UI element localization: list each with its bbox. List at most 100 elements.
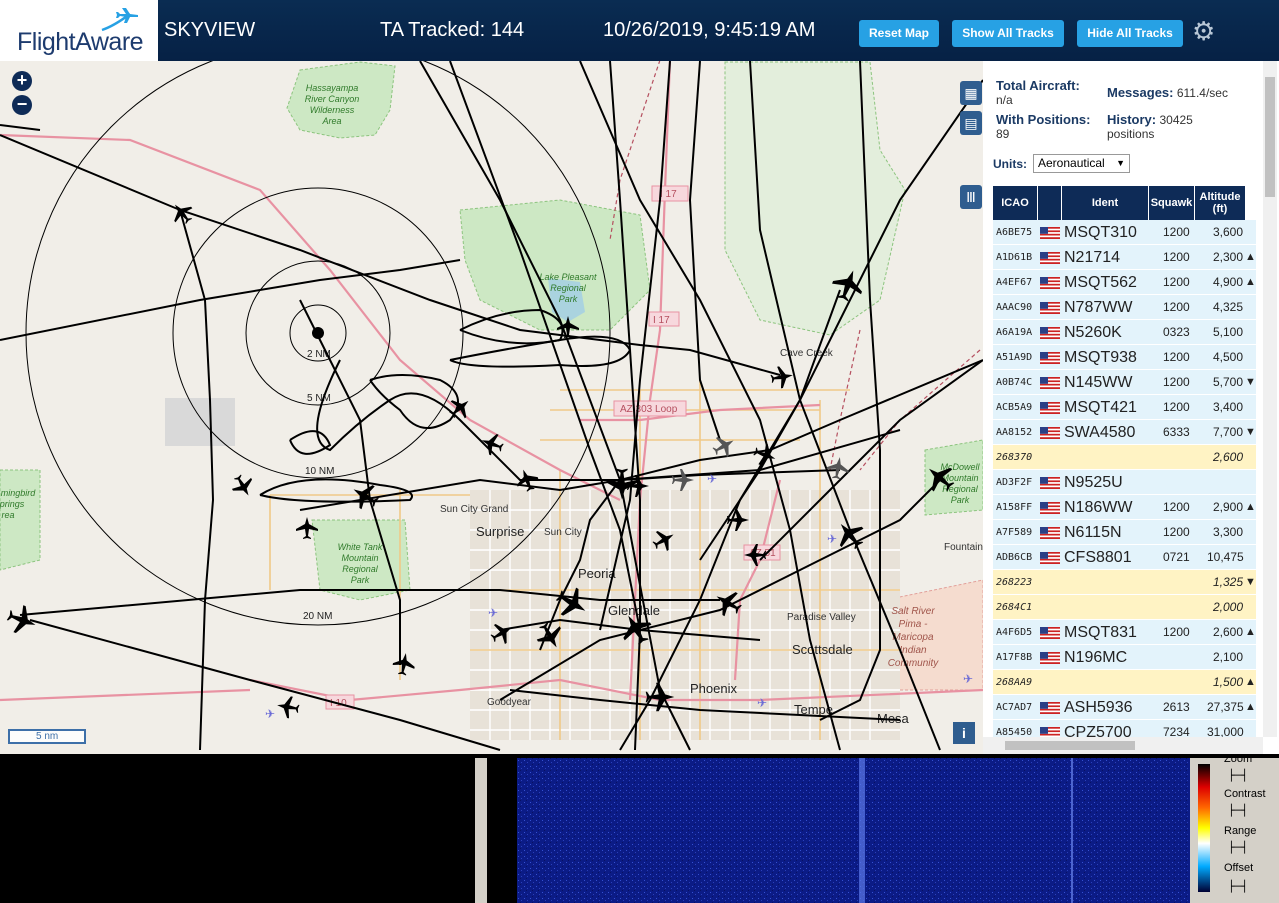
icao-cell: A51A9D (996, 352, 1033, 363)
squawk-cell: 1200 (1163, 625, 1190, 639)
us-flag-icon (1040, 252, 1060, 264)
grid-icon[interactable]: ▤ (960, 111, 982, 135)
flightaware-logo[interactable]: FlightAware (0, 0, 158, 61)
col-icao[interactable]: ICAO (993, 186, 1038, 220)
table-row[interactable]: A4F6D5 MSQT831 1200 2,600 ▲ (993, 620, 1256, 645)
spectrum-controls: Zoom ├─┤ Contrast ├─┤ Range ├─┤ Offset ├… (1190, 753, 1279, 903)
horizontal-scrollbar[interactable] (983, 737, 1263, 754)
icao-cell: A17F8B (996, 652, 1033, 663)
table-row[interactable]: 2684C1 2,000 (993, 595, 1256, 620)
gear-icon[interactable]: ⚙ (1192, 17, 1220, 45)
ident-cell: N5260K (1064, 324, 1122, 341)
label-white-tank-1: White Tank (338, 542, 383, 552)
table-row[interactable]: AC7AD7 ASH5936 2613 27,375 ▲ (993, 695, 1256, 720)
ident-cell: N787WW (1064, 299, 1133, 316)
table-row[interactable]: A1D61B N21714 1200 2,300 ▲ (993, 245, 1256, 270)
scroll-thumb-h[interactable] (1005, 741, 1135, 750)
icao-cell: 2684C1 (996, 602, 1033, 613)
table-row[interactable]: AAAC90 N787WW 1200 4,325 (993, 295, 1256, 320)
svg-text:✈: ✈ (757, 696, 767, 710)
table-row[interactable]: ADB6CB CFS8801 0721 10,475 (993, 545, 1256, 570)
label-salt-river-1: Salt River (891, 606, 935, 617)
table-header: ICAO Ident Squawk Altitude (ft) (993, 186, 1246, 220)
ident-cell: ASH5936 (1064, 699, 1133, 716)
label-salt-river-3: Maricopa (892, 632, 934, 643)
label-hassayampa-2: River Canyon (305, 94, 360, 104)
altitude-cell: 1,325 (1212, 575, 1243, 589)
table-row[interactable]: AD3F2F N9525U (993, 470, 1256, 495)
table-row[interactable]: AA8152 SWA4580 6333 7,700 ▼ (993, 420, 1256, 445)
table-row[interactable]: A7F589 N6115N 1200 3,300 (993, 520, 1256, 545)
info-button[interactable]: i (953, 722, 975, 744)
label-mcdowell-2: Mountain (941, 473, 978, 483)
zoom-in-button[interactable]: + (12, 71, 32, 91)
col-squawk[interactable]: Squawk (1149, 186, 1195, 220)
columns-icon[interactable]: Ⅲ (960, 185, 982, 209)
col-flag[interactable] (1038, 186, 1062, 220)
map-layer-icon[interactable]: ▦ (960, 81, 982, 105)
icao-cell: 268AA9 (996, 677, 1033, 688)
ident-cell: N145WW (1064, 374, 1133, 391)
label-glendale: Glendale (608, 603, 660, 618)
ring-label-20nm: 20 NM (303, 611, 332, 622)
table-row[interactable]: 268223 1,325 ▼ (993, 570, 1256, 595)
zoom-out-button[interactable]: − (12, 95, 32, 115)
altitude-trend-icon: ▼ (1245, 576, 1256, 588)
icao-cell: A4EF67 (996, 277, 1033, 288)
offset-slider[interactable]: ├─┤ (1228, 880, 1248, 893)
app-title: SKYVIEW (164, 19, 256, 41)
range-slider[interactable]: ├─┤ (1228, 841, 1248, 854)
ident-cell: N6115N (1064, 524, 1122, 541)
table-row[interactable]: ACB5A9 MSQT421 1200 3,400 (993, 395, 1256, 420)
col-altitude[interactable]: Altitude (ft) (1195, 186, 1246, 220)
label-lake-pleasant-1: Lake Pleasant (539, 272, 597, 282)
reset-map-button[interactable]: Reset Map (859, 20, 939, 47)
table-row[interactable]: A4EF67 MSQT562 1200 4,900 ▲ (993, 270, 1256, 295)
units-select[interactable]: Aeronautical ▼ (1033, 154, 1130, 173)
col-ident[interactable]: Ident (1062, 186, 1149, 220)
us-flag-icon (1040, 427, 1060, 439)
table-row[interactable]: A0B74C N145WW 1200 5,700 ▼ (993, 370, 1256, 395)
us-flag-icon (1040, 302, 1060, 314)
table-row[interactable]: 268AA9 1,500 ▲ (993, 670, 1256, 695)
tracked-count: TA Tracked: 144 (380, 19, 525, 41)
ring-label-10nm: 10 NM (305, 466, 334, 477)
table-row[interactable]: A6BE75 MSQT310 1200 3,600 (993, 220, 1256, 245)
us-flag-icon (1040, 652, 1060, 664)
label-salt-river-5: Community (888, 658, 940, 669)
table-row[interactable]: A17F8B N196MC 2,100 (993, 645, 1256, 670)
altitude-cell: 2,600 (1212, 450, 1243, 464)
icao-cell: A7F589 (996, 527, 1033, 538)
map-canvas: I 17 I 17 AZ 303 Loop AZ 51 I 10 2 NM 5 … (0, 61, 983, 751)
label-fountain: Fountain (944, 542, 983, 553)
label-hummingbird-3: rea (1, 510, 14, 520)
show-all-tracks-button[interactable]: Show All Tracks (952, 20, 1064, 47)
icao-cell: A0B74C (996, 377, 1033, 388)
total-aircraft-value: n/a (996, 93, 1013, 107)
scroll-thumb[interactable] (1265, 77, 1275, 197)
table-row[interactable]: A158FF N186WW 1200 2,900 ▲ (993, 495, 1256, 520)
zoom-slider[interactable]: ├─┤ (1228, 769, 1248, 782)
hide-all-tracks-button[interactable]: Hide All Tracks (1077, 20, 1183, 47)
table-row[interactable]: 268370 2,600 (993, 445, 1256, 470)
label-phoenix: Phoenix (690, 681, 737, 696)
waterfall-display[interactable] (487, 758, 1190, 903)
vertical-scrollbar[interactable] (1263, 61, 1277, 737)
contrast-slider[interactable]: ├─┤ (1228, 804, 1248, 817)
altitude-trend-icon: ▲ (1245, 251, 1256, 263)
icao-cell: 268223 (996, 577, 1033, 588)
altitude-cell: 7,700 (1212, 425, 1243, 439)
svg-text:✈: ✈ (265, 707, 275, 721)
ident-cell: N9525U (1064, 474, 1123, 491)
map-view[interactable]: I 17 I 17 AZ 303 Loop AZ 51 I 10 2 NM 5 … (0, 61, 983, 754)
us-flag-icon (1040, 502, 1060, 514)
label-peoria: Peoria (578, 566, 616, 581)
svg-text:✈: ✈ (488, 606, 498, 620)
label-lake-pleasant-2: Regional (550, 283, 587, 293)
icao-cell: A158FF (996, 502, 1033, 513)
table-row[interactable]: A6A19A N5260K 0323 5,100 (993, 320, 1256, 345)
label-surprise: Surprise (476, 524, 524, 539)
ident-cell: MSQT562 (1064, 274, 1137, 291)
icao-cell: 268370 (996, 452, 1033, 463)
table-row[interactable]: A51A9D MSQT938 1200 4,500 (993, 345, 1256, 370)
